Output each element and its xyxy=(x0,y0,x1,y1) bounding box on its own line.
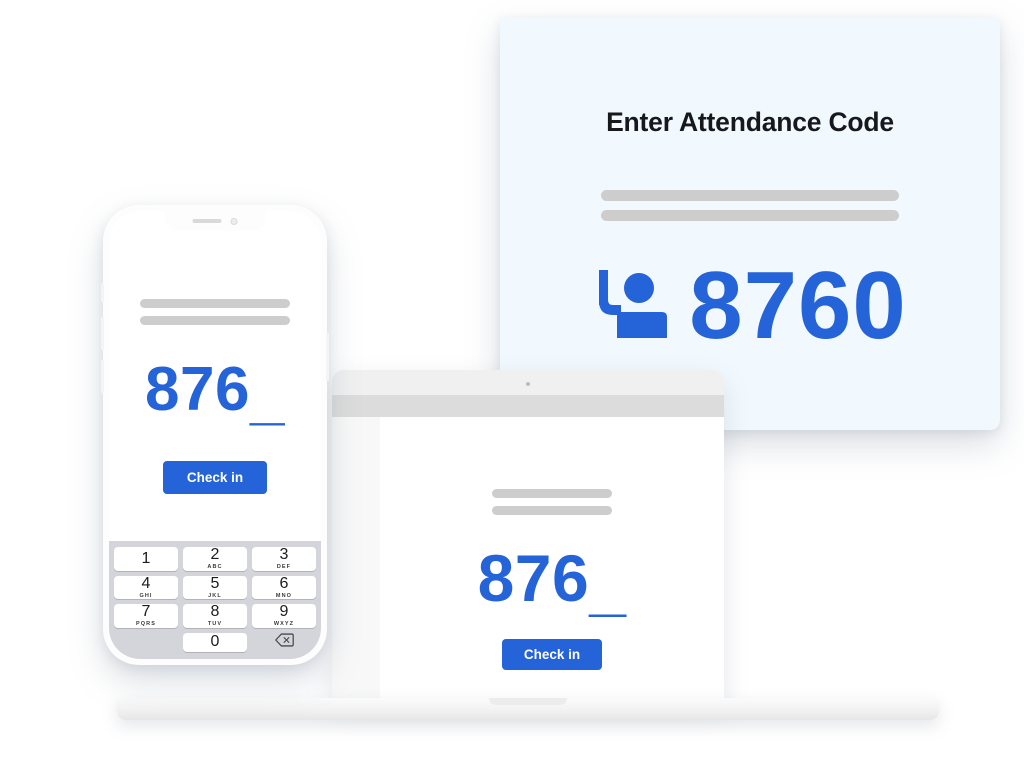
phone-check-in-button[interactable]: Check in xyxy=(162,461,268,494)
laptop-placeholder-bar xyxy=(492,506,612,515)
phone-numeric-keypad: 1 2 ABC 3 DEF 4 GHI 5 JKL 6 MNO 7 PQRS 8… xyxy=(109,541,321,659)
phone-caret: _ xyxy=(249,363,285,432)
laptop-screen: 876_ Check in xyxy=(332,395,724,700)
phone-speaker-icon xyxy=(192,219,222,223)
keypad-key-number: 0 xyxy=(210,633,220,650)
keypad-key-4[interactable]: 4 GHI xyxy=(114,574,178,599)
keypad-key-letters: GHI xyxy=(139,592,153,599)
keypad-key-number: 1 xyxy=(141,549,151,567)
laptop-base xyxy=(117,698,939,720)
laptop-entered-code: 876 xyxy=(477,541,590,615)
keypad-key-number: 3 xyxy=(279,546,289,563)
laptop-button-area: Check in xyxy=(380,639,724,670)
phone-mute-switch[interactable] xyxy=(101,283,104,302)
laptop-open-notch xyxy=(489,698,567,705)
tv-attendance-code: 8760 xyxy=(689,252,907,359)
keypad-key-letters: DEF xyxy=(276,564,292,570)
laptop-device: 876_ Check in xyxy=(117,370,939,768)
laptop-app-bar xyxy=(332,395,724,417)
keypad-row: 4 GHI 5 JKL 6 MNO xyxy=(114,574,316,599)
laptop-camera-icon xyxy=(526,382,530,386)
keypad-backspace-key[interactable] xyxy=(252,632,316,652)
keypad-key-0[interactable]: 0 xyxy=(183,632,247,652)
keypad-key-number: 5 xyxy=(210,574,220,592)
phone-code-field[interactable]: 876_ xyxy=(109,359,321,429)
keypad-key-3[interactable]: 3 DEF xyxy=(252,547,316,571)
keypad-key-9[interactable]: 9 WXYZ xyxy=(252,604,316,628)
keypad-key-7[interactable]: 7 PQRS xyxy=(114,604,178,628)
phone-screen: 876_ Check in 1 2 ABC 3 DEF 4 GHI 5 JKL … xyxy=(109,211,321,659)
phone-entered-code: 876 xyxy=(145,355,250,424)
keypad-key-number: 2 xyxy=(210,546,220,563)
keypad-key-letters: TUV xyxy=(207,621,223,627)
keypad-spacer-left xyxy=(114,633,178,652)
illustration-stage: Enter Attendance Code 8760 876_ Check in… xyxy=(0,0,1024,768)
laptop-lid: 876_ Check in xyxy=(332,370,724,700)
keypad-key-8[interactable]: 8 TUV xyxy=(183,604,247,628)
keypad-key-number: 6 xyxy=(279,574,289,592)
laptop-content-area: 876_ Check in xyxy=(380,417,724,700)
phone-power-button[interactable] xyxy=(326,333,329,381)
keypad-key-letters: PQRS xyxy=(136,621,156,627)
keypad-key-5[interactable]: 5 JKL xyxy=(183,574,247,599)
attendance-code-display-card: Enter Attendance Code 8760 xyxy=(500,18,1000,430)
backspace-icon xyxy=(274,632,294,652)
laptop-caret: _ xyxy=(589,549,627,623)
keypad-row: 0 xyxy=(114,632,316,652)
keypad-key-letters: JKL xyxy=(208,592,222,599)
keypad-row: 1 2 ABC 3 DEF xyxy=(114,547,316,571)
tv-placeholder-bar xyxy=(601,210,899,221)
tv-display-title: Enter Attendance Code xyxy=(606,107,894,137)
keypad-key-6[interactable]: 6 MNO xyxy=(252,574,316,599)
phone-notch xyxy=(164,211,266,231)
phone-volume-down-button[interactable] xyxy=(101,360,104,393)
phone-camera-icon xyxy=(230,217,238,225)
phone-placeholder-bar xyxy=(140,316,290,325)
tv-placeholder-lines xyxy=(500,190,1000,221)
keypad-key-number: 4 xyxy=(141,574,151,592)
phone-button-area: Check in xyxy=(109,461,321,494)
laptop-check-in-button[interactable]: Check in xyxy=(501,639,603,670)
keypad-key-number: 8 xyxy=(210,603,220,620)
raised-hand-person-icon xyxy=(593,268,671,345)
phone-device: 876_ Check in 1 2 ABC 3 DEF 4 GHI 5 JKL … xyxy=(101,205,329,665)
laptop-sidebar xyxy=(332,417,380,700)
keypad-key-2[interactable]: 2 ABC xyxy=(183,547,247,571)
tv-placeholder-bar xyxy=(601,190,899,201)
tv-code-row: 8760 xyxy=(500,258,1000,354)
phone-placeholder-bar xyxy=(140,299,290,308)
keypad-key-letters: WXYZ xyxy=(273,621,295,627)
keypad-row: 7 PQRS 8 TUV 9 WXYZ xyxy=(114,604,316,628)
phone-placeholder-lines xyxy=(109,299,321,325)
keypad-key-letters: MNO xyxy=(275,592,293,599)
keypad-key-1[interactable]: 1 xyxy=(114,547,178,571)
laptop-placeholder-bar xyxy=(492,489,612,498)
laptop-placeholder-lines xyxy=(380,489,724,515)
keypad-key-number: 7 xyxy=(141,603,151,620)
keypad-key-letters: ABC xyxy=(207,564,223,570)
phone-volume-up-button[interactable] xyxy=(101,317,104,350)
keypad-key-number: 9 xyxy=(279,603,289,620)
laptop-code-field[interactable]: 876_ xyxy=(380,545,724,619)
